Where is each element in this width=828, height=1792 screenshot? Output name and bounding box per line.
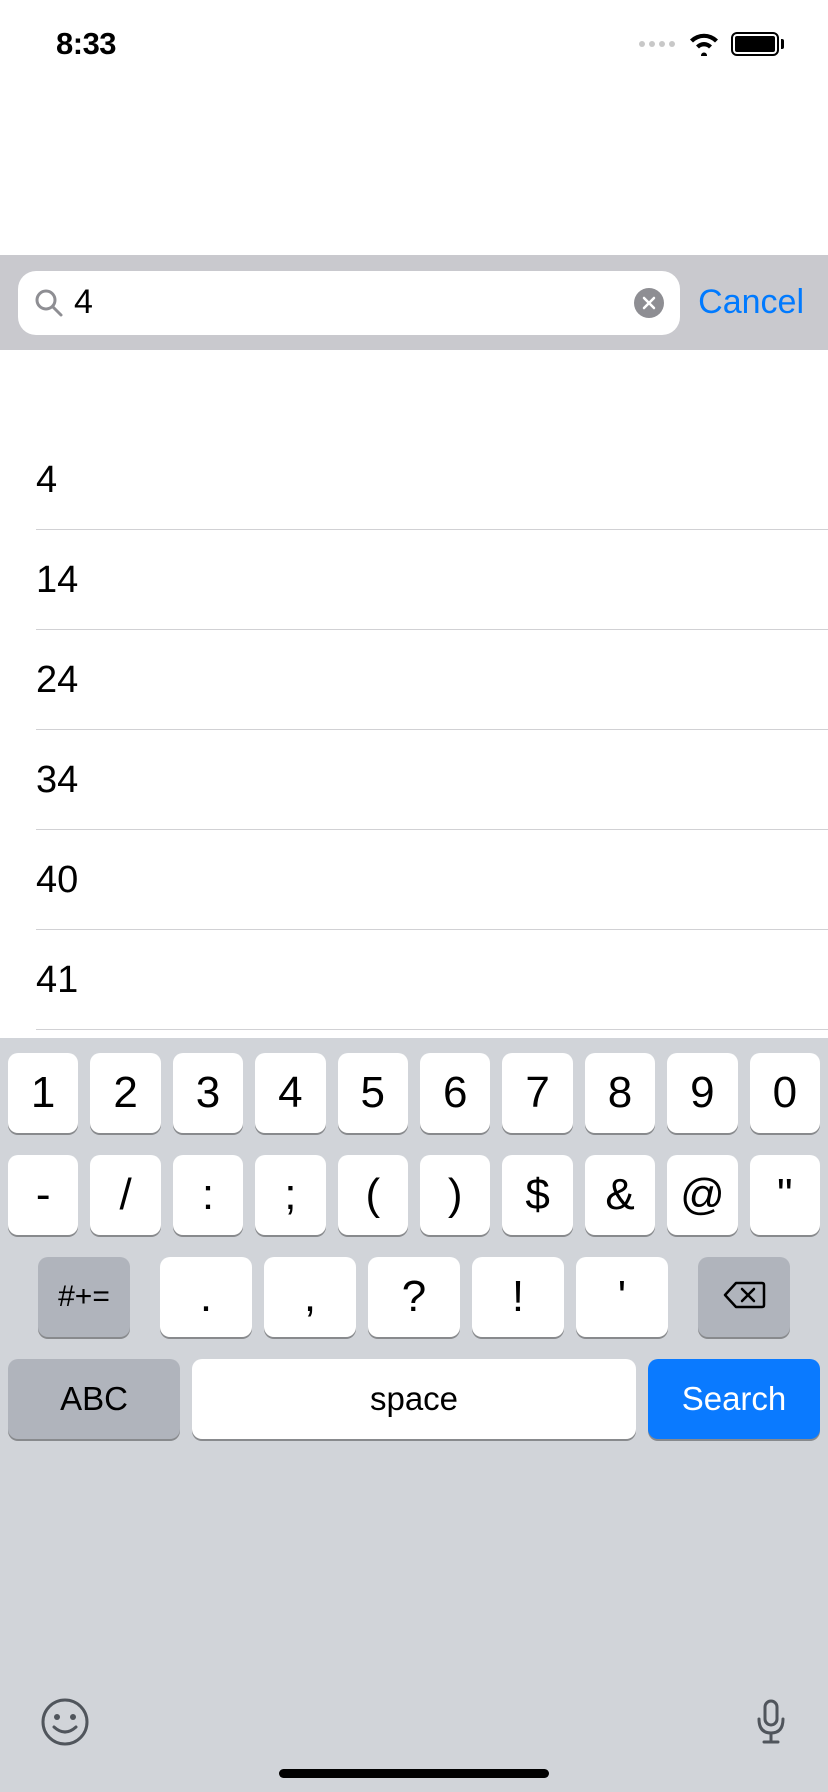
- header-blank: [0, 88, 828, 255]
- key-comma[interactable]: ,: [264, 1257, 356, 1337]
- result-row[interactable]: 40: [0, 830, 828, 930]
- home-indicator[interactable]: [279, 1769, 549, 1778]
- key-backspace[interactable]: [698, 1257, 790, 1337]
- result-row[interactable]: 14: [0, 530, 828, 630]
- key-dollar[interactable]: $: [502, 1155, 572, 1235]
- keyboard-bottom-bar: [0, 1697, 828, 1752]
- keyboard-row-1: 1 2 3 4 5 6 7 8 9 0: [8, 1053, 820, 1133]
- cellular-dots-icon: [639, 41, 675, 47]
- key-lparen[interactable]: (: [338, 1155, 408, 1235]
- key-semicolon[interactable]: ;: [255, 1155, 325, 1235]
- results-list: 4 14 24 34 40 41: [0, 430, 828, 1030]
- key-3[interactable]: 3: [173, 1053, 243, 1133]
- mic-icon[interactable]: [754, 1697, 788, 1752]
- key-9[interactable]: 9: [667, 1053, 737, 1133]
- result-row[interactable]: 4: [0, 430, 828, 530]
- search-bar: Cancel: [0, 255, 828, 350]
- wifi-icon: [687, 32, 721, 56]
- key-symbols[interactable]: #+=: [38, 1257, 130, 1337]
- key-at[interactable]: @: [667, 1155, 737, 1235]
- keyboard: 1 2 3 4 5 6 7 8 9 0 - / : ; ( ) $ & @ " …: [0, 1038, 828, 1792]
- result-row[interactable]: 41: [0, 930, 828, 1030]
- key-slash[interactable]: /: [90, 1155, 160, 1235]
- keyboard-row-3: #+= . , ? ! ': [8, 1257, 820, 1337]
- keyboard-row-4: ABC space Search: [8, 1359, 820, 1439]
- search-icon: [34, 288, 64, 318]
- results-gap: [0, 350, 828, 430]
- key-exclaim[interactable]: !: [472, 1257, 564, 1337]
- key-4[interactable]: 4: [255, 1053, 325, 1133]
- key-0[interactable]: 0: [750, 1053, 820, 1133]
- result-row[interactable]: 24: [0, 630, 828, 730]
- result-row[interactable]: 34: [0, 730, 828, 830]
- battery-icon: [731, 32, 784, 56]
- backspace-icon: [722, 1272, 766, 1322]
- key-abc[interactable]: ABC: [8, 1359, 180, 1439]
- cancel-button[interactable]: Cancel: [698, 283, 810, 322]
- key-1[interactable]: 1: [8, 1053, 78, 1133]
- key-amp[interactable]: &: [585, 1155, 655, 1235]
- key-6[interactable]: 6: [420, 1053, 490, 1133]
- status-time: 8:33: [56, 26, 116, 62]
- status-bar: 8:33: [0, 0, 828, 88]
- key-7[interactable]: 7: [502, 1053, 572, 1133]
- emoji-icon[interactable]: [40, 1697, 90, 1752]
- key-question[interactable]: ?: [368, 1257, 460, 1337]
- status-right-icons: [639, 32, 784, 56]
- key-5[interactable]: 5: [338, 1053, 408, 1133]
- key-rparen[interactable]: ): [420, 1155, 490, 1235]
- search-field[interactable]: [18, 271, 680, 335]
- key-8[interactable]: 8: [585, 1053, 655, 1133]
- key-quote[interactable]: ": [750, 1155, 820, 1235]
- key-apostrophe[interactable]: ': [576, 1257, 668, 1337]
- key-period[interactable]: .: [160, 1257, 252, 1337]
- key-dash[interactable]: -: [8, 1155, 78, 1235]
- clear-icon[interactable]: [634, 288, 664, 318]
- key-colon[interactable]: :: [173, 1155, 243, 1235]
- key-search[interactable]: Search: [648, 1359, 820, 1439]
- key-space[interactable]: space: [192, 1359, 636, 1439]
- key-2[interactable]: 2: [90, 1053, 160, 1133]
- keyboard-row-2: - / : ; ( ) $ & @ ": [8, 1155, 820, 1235]
- search-input[interactable]: [74, 283, 624, 322]
